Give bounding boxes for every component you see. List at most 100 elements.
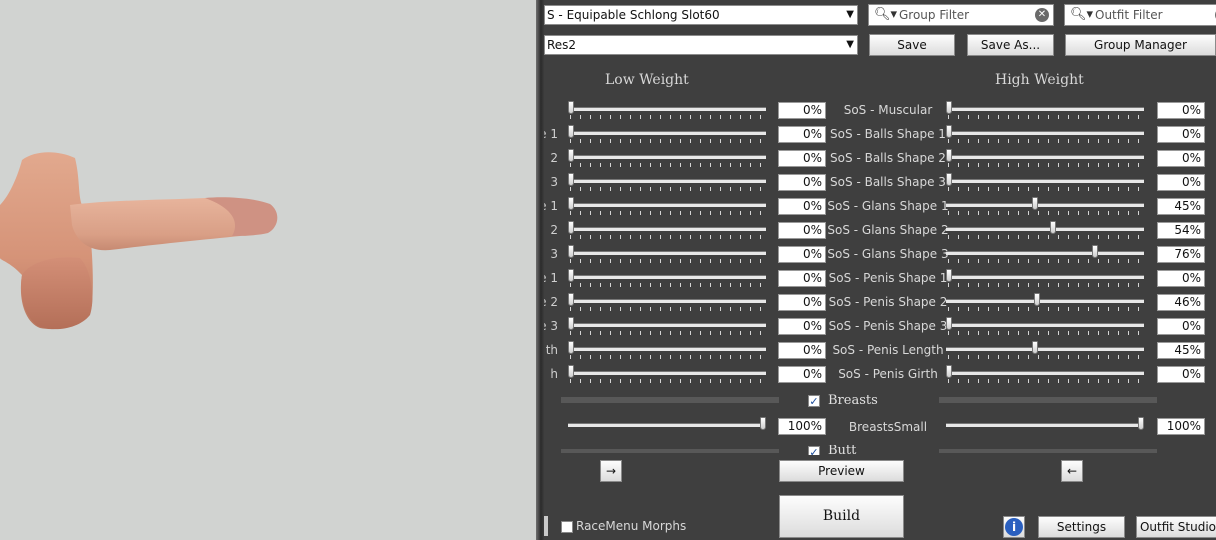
high-weight-slider[interactable] xyxy=(946,423,1144,427)
slider-thumb[interactable] xyxy=(946,173,952,186)
slider-thumb[interactable] xyxy=(1138,417,1144,430)
save-as-button[interactable]: Save As... xyxy=(967,34,1054,56)
low-weight-slider[interactable] xyxy=(568,179,766,183)
group-filter-input[interactable]: 🔍︎▾ Group Filter ✕ xyxy=(868,4,1054,26)
high-weight-value[interactable]: 0% xyxy=(1157,102,1205,119)
slider-thumb[interactable] xyxy=(568,365,574,378)
high-weight-slider[interactable] xyxy=(946,251,1144,255)
high-weight-slider[interactable] xyxy=(946,323,1144,327)
low-weight-slider[interactable] xyxy=(568,299,766,303)
high-weight-slider[interactable] xyxy=(946,275,1144,279)
slider-thumb[interactable] xyxy=(568,149,574,162)
settings-button[interactable]: Settings xyxy=(1038,516,1125,538)
high-weight-slider[interactable] xyxy=(946,371,1144,375)
slider-thumb[interactable] xyxy=(568,245,574,258)
preview-button[interactable]: Preview xyxy=(779,460,904,482)
low-weight-value[interactable]: 0% xyxy=(778,270,826,287)
low-weight-slider[interactable] xyxy=(568,323,766,327)
low-weight-value[interactable]: 0% xyxy=(778,126,826,143)
low-weight-slider[interactable] xyxy=(568,275,766,279)
slider-thumb[interactable] xyxy=(568,101,574,114)
slider-thumb[interactable] xyxy=(1032,197,1039,210)
slider-thumb[interactable] xyxy=(1091,245,1098,258)
slider-thumb[interactable] xyxy=(946,149,952,162)
low-weight-slider[interactable] xyxy=(568,371,766,375)
slider-thumb[interactable] xyxy=(946,365,952,378)
high-weight-slider[interactable] xyxy=(946,107,1144,111)
slider-thumb[interactable] xyxy=(1032,341,1039,354)
breasts-category-label: Breasts xyxy=(828,393,878,408)
low-weight-slider[interactable] xyxy=(568,423,766,427)
slider-thumb[interactable] xyxy=(1049,221,1056,234)
racemenu-morphs-checkbox[interactable] xyxy=(561,521,573,533)
high-weight-slider[interactable] xyxy=(946,227,1144,231)
low-weight-value[interactable]: 0% xyxy=(778,102,826,119)
low-weight-slider[interactable] xyxy=(568,131,766,135)
low-weight-value[interactable]: 0% xyxy=(778,198,826,215)
high-weight-value[interactable]: 0% xyxy=(1157,126,1205,143)
low-weight-slider[interactable] xyxy=(568,227,766,231)
low-weight-slider[interactable] xyxy=(568,251,766,255)
build-button[interactable]: Build xyxy=(779,495,904,538)
low-weight-value[interactable]: 0% xyxy=(778,246,826,263)
clear-filter-icon[interactable]: ✕ xyxy=(1035,8,1049,22)
low-weight-slider[interactable] xyxy=(568,107,766,111)
save-button[interactable]: Save xyxy=(869,34,955,56)
outfit-filter-input[interactable]: 🔍︎▾ Outfit Filter ✕ xyxy=(1064,4,1216,26)
high-weight-slider[interactable] xyxy=(946,299,1144,303)
viewport-panel-divider[interactable] xyxy=(536,0,544,540)
high-weight-slider[interactable] xyxy=(946,131,1144,135)
high-weight-value[interactable]: 0% xyxy=(1157,366,1205,383)
high-weight-value[interactable]: 100% xyxy=(1157,418,1205,435)
low-weight-value[interactable]: 0% xyxy=(778,318,826,335)
low-weight-value[interactable]: 0% xyxy=(778,366,826,383)
slider-thumb[interactable] xyxy=(946,269,952,282)
breasts-category-checkbox[interactable]: ✓ xyxy=(808,395,820,407)
low-weight-value[interactable]: 0% xyxy=(778,222,826,239)
high-weight-value[interactable]: 54% xyxy=(1157,222,1205,239)
high-weight-value[interactable]: 45% xyxy=(1157,198,1205,215)
high-weight-value[interactable]: 0% xyxy=(1157,174,1205,191)
info-button[interactable]: i xyxy=(1003,516,1025,538)
slider-thumb[interactable] xyxy=(568,221,574,234)
high-weight-value[interactable]: 76% xyxy=(1157,246,1205,263)
group-manager-button[interactable]: Group Manager xyxy=(1065,34,1216,56)
low-weight-value[interactable]: 0% xyxy=(778,294,826,311)
slider-thumb[interactable] xyxy=(946,101,952,114)
butt-category-checkbox[interactable]: ✓ xyxy=(808,446,820,455)
copy-low-to-high-button[interactable]: → xyxy=(600,460,622,482)
low-weight-value[interactable]: 0% xyxy=(778,342,826,359)
slider-thumb[interactable] xyxy=(568,317,574,330)
high-weight-slider[interactable] xyxy=(946,203,1144,207)
high-weight-value[interactable]: 0% xyxy=(1157,150,1205,167)
slider-thumb[interactable] xyxy=(568,173,574,186)
high-weight-value[interactable]: 0% xyxy=(1157,270,1205,287)
slider-thumb[interactable] xyxy=(760,417,766,430)
high-weight-value[interactable]: 45% xyxy=(1157,342,1205,359)
3d-preview-viewport[interactable] xyxy=(0,0,540,540)
high-weight-slider[interactable] xyxy=(946,155,1144,159)
outfit-studio-button[interactable]: Outfit Studio xyxy=(1136,516,1216,538)
slider-thumb[interactable] xyxy=(568,125,574,138)
high-weight-slider[interactable] xyxy=(946,179,1144,183)
slider-thumb[interactable] xyxy=(568,269,574,282)
slider-thumb[interactable] xyxy=(568,341,574,354)
butt-category-partial: ✓ Butt xyxy=(806,445,956,455)
high-weight-value[interactable]: 46% xyxy=(1157,294,1205,311)
low-weight-slider[interactable] xyxy=(568,203,766,207)
high-weight-slider[interactable] xyxy=(946,347,1144,351)
low-weight-slider[interactable] xyxy=(568,155,766,159)
slider-thumb[interactable] xyxy=(946,317,952,330)
outfit-preset-combo[interactable]: S - Equipable Schlong Slot60 ▼ xyxy=(544,5,858,25)
low-weight-value[interactable]: 0% xyxy=(778,174,826,191)
low-weight-slider[interactable] xyxy=(568,347,766,351)
copy-high-to-low-button[interactable]: ← xyxy=(1061,460,1083,482)
low-weight-value[interactable]: 100% xyxy=(778,418,826,435)
slider-thumb[interactable] xyxy=(568,197,574,210)
slider-thumb[interactable] xyxy=(1034,293,1041,306)
high-weight-value[interactable]: 0% xyxy=(1157,318,1205,335)
low-weight-value[interactable]: 0% xyxy=(778,150,826,167)
preset-combo[interactable]: Res2 ▼ xyxy=(544,35,858,55)
slider-thumb[interactable] xyxy=(568,293,574,306)
slider-thumb[interactable] xyxy=(946,125,952,138)
